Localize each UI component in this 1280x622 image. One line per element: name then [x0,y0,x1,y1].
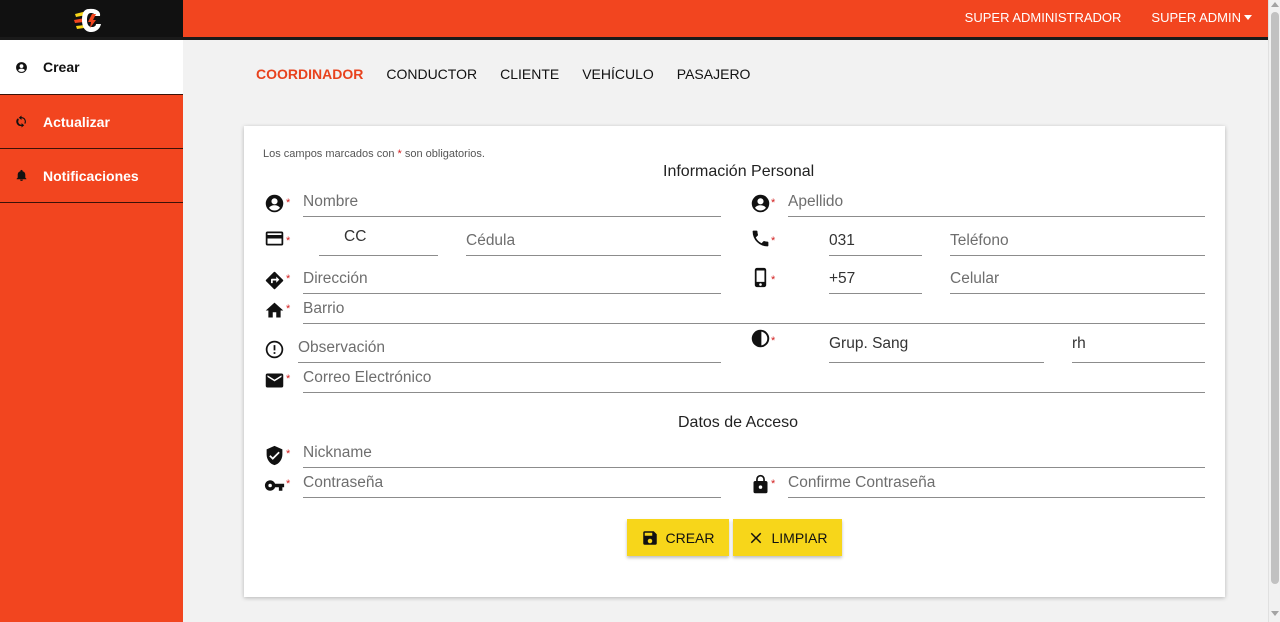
note-suffix: son obligatorios. [401,148,485,160]
cedula-input[interactable]: Cédula [466,227,721,256]
rh-placeholder: rh [1072,335,1086,352]
contrast-drop-icon [749,327,771,349]
refresh-icon [14,115,28,129]
sidebar-item-label: Crear [43,59,80,75]
note-prefix: Los campos marcados con [263,148,398,160]
confirme-contrasena-placeholder: Confirme Contraseña [788,474,936,491]
required-note: Los campos marcados con * son obligatori… [263,148,485,160]
phone-prefix-value: 031 [829,232,855,249]
sidebar-item-crear[interactable]: Crear [0,40,183,95]
required-star: * [771,235,776,247]
alert-circle-icon [263,338,285,360]
sidebar-item-label: Actualizar [43,113,110,130]
limpiar-button-label: LIMPIAR [771,529,828,546]
sidebar-item-actualizar[interactable]: Actualizar [0,95,183,149]
crear-button-label: CREAR [665,529,715,546]
grupo-sanguineo-placeholder: Grup. Sang [829,335,909,352]
rh-select[interactable]: rh [1072,330,1205,363]
document-type-value: CC [344,228,367,245]
user-menu-label: SUPER ADMIN [1151,10,1241,25]
direccion-input[interactable]: Dirección [303,265,721,294]
required-star: * [286,448,291,460]
section-title-access: Datos de Acceso [678,414,799,431]
sidebar-item-notificaciones[interactable]: Notificaciones [0,149,183,203]
nickname-input[interactable]: Nickname [303,439,1205,468]
limpiar-button[interactable]: LIMPIAR [733,519,842,556]
form-card: Los campos marcados con * son obligatori… [244,126,1225,597]
sidebar-item-label: Notificaciones [43,167,139,184]
close-icon [751,532,762,543]
correo-input[interactable]: Correo Electrónico [303,364,1205,393]
celular-placeholder: Celular [950,270,1000,287]
required-star: * [286,303,291,315]
mobile-prefix-input[interactable]: +57 [829,265,922,294]
smartphone-icon [749,266,771,288]
home-icon [263,299,285,321]
nombre-placeholder: Nombre [303,193,359,210]
telefono-placeholder: Teléfono [950,232,1009,249]
crear-button[interactable]: CREAR [627,519,729,556]
cedula-placeholder: Cédula [466,232,516,249]
tab-conductor[interactable]: CONDUCTOR [386,66,477,82]
account-circle-icon [263,192,285,214]
directions-icon [263,269,285,291]
shield-check-icon [263,444,285,466]
required-star: * [286,478,291,490]
required-star: * [286,235,291,247]
barrio-input[interactable]: Barrio [303,295,1205,324]
lock-icon [749,473,771,495]
sidebar: Crear Actualizar Notificaciones [0,40,183,622]
contrasena-input[interactable]: Contraseña [303,469,721,498]
credit-card-icon [263,227,285,249]
phone-prefix-input[interactable]: 031 [829,227,922,256]
celular-input[interactable]: Celular [950,265,1205,294]
required-star: * [771,274,776,286]
apellido-placeholder: Apellido [788,193,844,210]
required-star: * [286,273,291,285]
account-circle-icon [14,60,28,74]
tab-pasajero[interactable]: PASAJERO [677,66,751,82]
nombre-input[interactable]: Nombre [303,188,721,217]
scroll-down-arrow-icon[interactable] [1271,611,1279,616]
apellido-input[interactable]: Apellido [788,188,1205,217]
key-icon [263,474,285,496]
account-circle-icon [749,192,771,214]
scroll-up-arrow-icon[interactable] [1271,2,1279,7]
logo-container[interactable] [0,0,183,40]
required-star: * [286,197,291,209]
mail-icon [263,369,285,391]
confirme-contrasena-input[interactable]: Confirme Contraseña [788,469,1205,498]
direccion-placeholder: Dirección [303,270,368,287]
grupo-sanguineo-select[interactable]: Grup. Sang [829,330,1044,363]
nickname-placeholder: Nickname [303,444,372,461]
observacion-placeholder: Observación [298,339,386,356]
contrasena-placeholder: Contraseña [303,474,384,491]
phone-icon [749,227,771,249]
user-menu-dropdown[interactable]: SUPER ADMIN [1151,10,1252,25]
correo-placeholder: Correo Electrónico [303,369,432,386]
required-star: * [771,335,776,347]
top-links: SUPER ADMINISTRADOR SUPER ADMIN [965,10,1252,25]
barrio-placeholder: Barrio [303,300,345,317]
caret-down-icon [1244,15,1252,20]
role-tabs: COORDINADOR CONDUCTOR CLIENTE VEHÍCULO P… [256,66,750,82]
tab-vehiculo[interactable]: VEHÍCULO [582,66,654,82]
user-role-link[interactable]: SUPER ADMINISTRADOR [965,10,1122,25]
required-star: * [771,197,776,209]
document-type-select[interactable]: CC [319,222,438,256]
required-star: * [286,373,291,385]
section-title-personal: Información Personal [663,163,815,180]
scroll-thumb[interactable] [1271,12,1279,584]
top-bar: SUPER ADMINISTRADOR SUPER ADMIN [0,0,1268,40]
scrollbar[interactable] [1268,0,1280,622]
tab-coordinador[interactable]: COORDINADOR [256,66,363,82]
mobile-prefix-value: +57 [829,270,856,287]
save-icon [643,530,658,545]
telefono-input[interactable]: Teléfono [950,227,1205,256]
brand-logo-icon [74,8,101,33]
tab-cliente[interactable]: CLIENTE [500,66,559,82]
bell-icon [14,169,28,183]
observacion-input[interactable]: Observación [298,334,721,363]
required-star: * [771,478,776,490]
